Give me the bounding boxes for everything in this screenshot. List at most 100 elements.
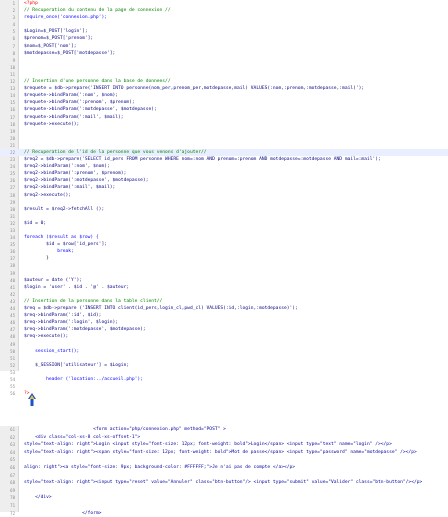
code-line[interactable]: 68 style="text-align: right"><input type=…	[0, 479, 448, 487]
code-line[interactable]: 37 }	[0, 255, 448, 262]
code-text[interactable]: $requete->bindParam(':mail', $mail);	[24, 114, 448, 121]
code-text[interactable]: // Recuperation du contenu de la page de…	[24, 7, 448, 14]
code-line[interactable]: 3 require_once('connexion.php');	[0, 14, 448, 21]
code-text[interactable]: $login = 'user' . $id . '@' . $auteur;	[24, 284, 448, 291]
code-line[interactable]: 52 $_SESSION['utilisateur'] = $Login;	[0, 362, 448, 369]
code-text[interactable]: </form>	[24, 510, 448, 517]
code-text[interactable]: }	[24, 255, 448, 262]
code-text[interactable]: $req2->bindParam(':mail', $mail);	[24, 184, 448, 191]
code-text[interactable]: $req2->execute();	[24, 192, 448, 199]
code-line[interactable]: 43 // Insertion de la personne dans la ta…	[0, 298, 448, 305]
code-text[interactable]: $motdepasse=$_POST['motdepasse'];	[24, 50, 448, 57]
code-line[interactable]: 63 style="text-align: right">Login <input…	[0, 441, 448, 449]
code-text[interactable]: $req2->bindParam(':nom', $nom);	[24, 163, 448, 170]
code-text[interactable]: $req->bindParam(':id', $id);	[24, 312, 448, 319]
code-text[interactable]: // Recuperation de l'id de la personne q…	[24, 149, 448, 156]
code-text[interactable]: $id = 0;	[24, 220, 448, 227]
code-text[interactable]: $requete = $db->prepare('INSERT INTO per…	[24, 85, 448, 92]
php-code-editor[interactable]: 1 <?php 2 // Recuperation du contenu de la …	[0, 0, 448, 396]
code-line[interactable]: 67	[0, 472, 448, 480]
code-text[interactable]: require_once('connexion.php');	[24, 14, 448, 21]
code-line[interactable]: 5 $Login=$_POST['login'];	[0, 28, 448, 35]
code-line[interactable]: 8 $motdepasse=$_POST['motdepasse'];	[0, 50, 448, 57]
code-text[interactable]: </div>	[24, 494, 448, 502]
code-text[interactable]: $req2->bindParam(':motdepasse', $motdepa…	[24, 177, 448, 184]
code-line[interactable]: 34 foreach ($result as $row) {	[0, 234, 448, 241]
code-line[interactable]: 24 $req2->bindParam(':nom', $nom);	[0, 163, 448, 170]
code-text[interactable]: $result = $req2->fetchAll ();	[24, 206, 448, 213]
code-line[interactable]: 16 $requete->bindParam(':motdepasse', $mo…	[0, 106, 448, 113]
code-line[interactable]: 48 $req->execute();	[0, 333, 448, 340]
code-line[interactable]: 61 <form action="php/connexion.php" meth…	[0, 426, 448, 434]
code-line[interactable]: 69	[0, 487, 448, 495]
code-text[interactable]: style="text-align: right"><span style="f…	[24, 449, 448, 457]
code-line[interactable]: 54 header ('location:../accueil.php');	[0, 376, 448, 383]
code-line[interactable]: 21	[0, 142, 448, 149]
code-text[interactable]: $Login=$_POST['login'];	[24, 28, 448, 35]
code-text[interactable]: $req2 = $db->prepare('SELECT id_pers FRO…	[24, 156, 448, 163]
code-line[interactable]: 27 $req2->bindParam(':mail', $mail);	[0, 184, 448, 191]
code-text[interactable]: $requete->bindParam(':nom', $nom);	[24, 92, 448, 99]
code-text[interactable]: $req->execute();	[24, 333, 448, 340]
code-text[interactable]: header ('location:../accueil.php');	[24, 376, 448, 383]
code-line[interactable]: 12 // Insertion d'une personne dans la ba…	[0, 78, 448, 85]
code-text[interactable]: // Insertion de la personne dans la tabl…	[24, 298, 448, 305]
code-line[interactable]: 32 $id = 0;	[0, 220, 448, 227]
code-line[interactable]: 50 session_start();	[0, 348, 448, 355]
code-text[interactable]: $req->bindParam(':login', $login);	[24, 319, 448, 326]
code-text[interactable]: $id = $row['id_pers'];	[24, 241, 448, 248]
code-line[interactable]: 33	[0, 227, 448, 234]
code-line[interactable]: 55	[0, 383, 448, 390]
code-line[interactable]: 10	[0, 64, 448, 71]
code-text[interactable]: foreach ($result as $row) {	[24, 234, 448, 241]
code-text[interactable]: ?>	[24, 390, 448, 397]
code-text[interactable]: $req2->bindParam(':prenom', $prenom);	[24, 170, 448, 177]
code-line[interactable]: 56 ?>	[0, 390, 448, 397]
code-line[interactable]: 66 align: right"><a style="font-size: 9px…	[0, 464, 448, 472]
code-text[interactable]: session_start();	[24, 348, 448, 355]
code-line[interactable]: 41 $login = 'user' . $id . '@' . $auteur;	[0, 284, 448, 291]
code-line[interactable]: 1 <?php	[0, 0, 448, 7]
code-line[interactable]: 35 $id = $row['id_pers'];	[0, 241, 448, 248]
code-line[interactable]: 42	[0, 291, 448, 298]
code-line[interactable]: 65	[0, 456, 448, 464]
code-line[interactable]: 45 $req->bindParam(':id', $id);	[0, 312, 448, 319]
code-text[interactable]: $prenom=$_POST['prenom'];	[24, 35, 448, 42]
code-text[interactable]: style="text-align: right"><input type="r…	[24, 479, 448, 487]
code-line[interactable]: 70 </div>	[0, 494, 448, 502]
code-text[interactable]: $req = $db->prepare ('INSERT INTO client…	[24, 305, 448, 312]
code-text[interactable]: $requete->bindParam(':motdepasse', $motd…	[24, 106, 448, 113]
code-line[interactable]: 47 $req->bindParam(':motdepasse', $motdep…	[0, 326, 448, 333]
code-line[interactable]: 13 $requete = $db->prepare('INSERT INTO p…	[0, 85, 448, 92]
code-line[interactable]: 40 $auteur = date ('Y');	[0, 277, 448, 284]
code-line[interactable]: 7 $nom=$_POST['nom'];	[0, 43, 448, 50]
code-line[interactable]: 17 $requete->bindParam(':mail', $mail);	[0, 114, 448, 121]
code-text[interactable]: <form action="php/connexion.php" method=…	[24, 426, 448, 434]
code-line[interactable]: 15 $requete->bindParam(':prenom', $prenom…	[0, 99, 448, 106]
code-line[interactable]: 14 $requete->bindParam(':nom', $nom);	[0, 92, 448, 99]
code-text[interactable]: <?php	[24, 0, 448, 7]
code-text[interactable]: break;	[24, 248, 448, 255]
html-code-editor[interactable]: 61 <form action="php/connexion.php" meth…	[0, 426, 448, 516]
code-line[interactable]: 46 $req->bindParam(':login', $login);	[0, 319, 448, 326]
code-line[interactable]: 20	[0, 135, 448, 142]
code-line[interactable]: 72 </form>	[0, 510, 448, 517]
code-line[interactable]: 23 $req2 = $db->prepare('SELECT id_pers F…	[0, 156, 448, 163]
code-text[interactable]: $req->bindParam(':motdepasse', $motdepas…	[24, 326, 448, 333]
code-line[interactable]: 62 <div class="col-xs-8 col-xs-offset-1"…	[0, 434, 448, 442]
code-line[interactable]: 4	[0, 21, 448, 28]
code-line[interactable]: 2 // Recuperation du contenu de la page d…	[0, 7, 448, 14]
code-text[interactable]: // Insertion d'une personne dans la base…	[24, 78, 448, 85]
code-line[interactable]: 9	[0, 57, 448, 64]
code-line[interactable]: 18 $requete->execute();	[0, 121, 448, 128]
code-line[interactable]: 26 $req2->bindParam(':motdepasse', $motde…	[0, 177, 448, 184]
code-line[interactable]: 6 $prenom=$_POST['prenom'];	[0, 35, 448, 42]
code-line[interactable]: 38	[0, 262, 448, 269]
code-line[interactable]: 19	[0, 128, 448, 135]
code-line[interactable]: 36 break;	[0, 248, 448, 255]
code-line[interactable]: 25 $req2->bindParam(':prenom', $prenom);	[0, 170, 448, 177]
code-text[interactable]: align: right"><a style="font-size: 9px; …	[24, 464, 448, 472]
code-line[interactable]: 28 $req2->execute();	[0, 192, 448, 199]
code-line[interactable]: 51	[0, 355, 448, 362]
code-text[interactable]: $_SESSION['utilisateur'] = $Login;	[24, 362, 448, 369]
